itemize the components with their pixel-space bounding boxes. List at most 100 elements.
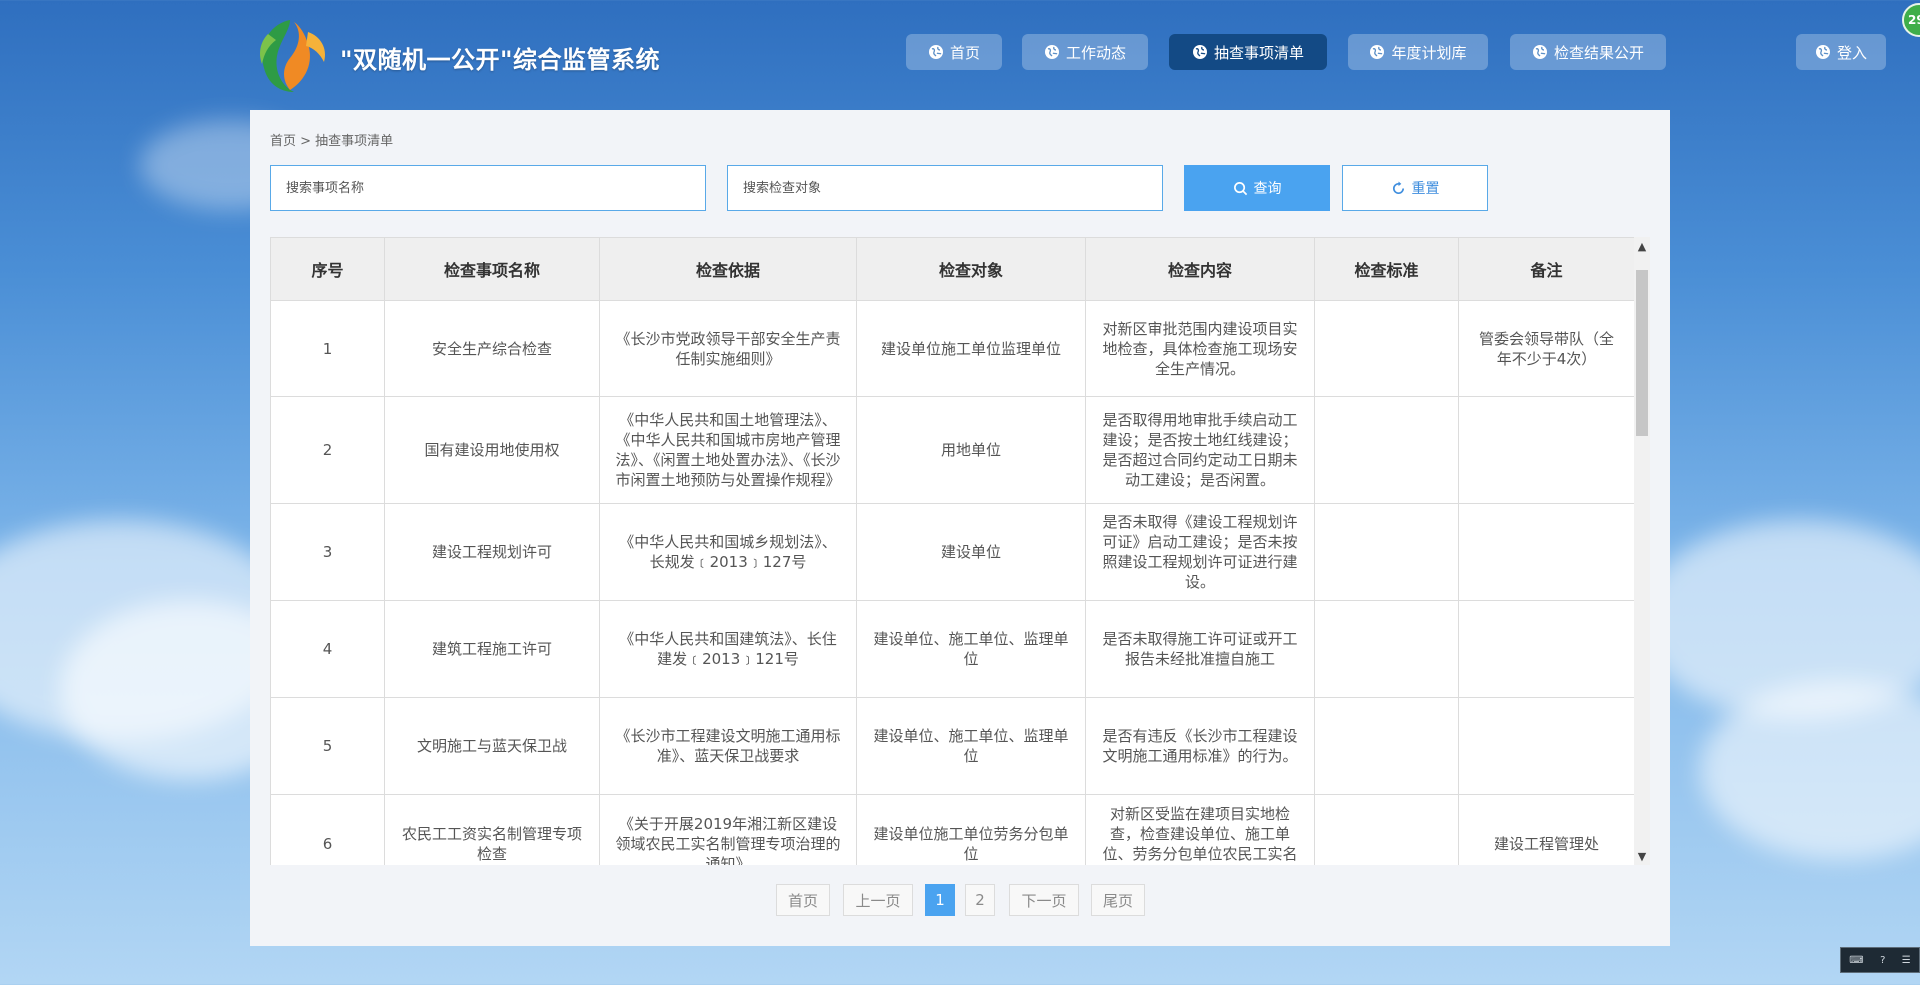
inspection-table: 序号 检查事项名称 检查依据 检查对象 检查内容 检查标准 备注 1 安全生产综… (270, 237, 1634, 865)
table-cell: 《中华人民共和国城乡规划法》、长规发﹝2013﹞127号 (599, 503, 857, 601)
table-cell: 2 (270, 396, 385, 504)
table-cell: 建设单位施工单位监理单位 (856, 300, 1086, 397)
nav-home[interactable]: 首页 (906, 34, 1002, 70)
table-cell: 农民工工资实名制管理专项检查 (384, 794, 600, 865)
table-cell: 是否未取得施工许可证或开工报告未经批准擅自施工 (1085, 600, 1315, 698)
table-row[interactable]: 5 文明施工与蓝天保卫战 《长沙市工程建设文明施工通用标准》、蓝天保卫战要求 建… (270, 697, 1634, 795)
column-header: 检查对象 (856, 237, 1086, 301)
table-header-row: 序号 检查事项名称 检查依据 检查对象 检查内容 检查标准 备注 (270, 237, 1634, 301)
tray-menu-icon[interactable]: ☰ (1902, 955, 1911, 966)
pagination-last[interactable]: 尾页 (1091, 884, 1145, 916)
globe-icon (1532, 45, 1547, 59)
column-header: 检查标准 (1314, 237, 1459, 301)
table-cell: 1 (270, 300, 385, 397)
table-cell (1458, 503, 1634, 601)
search-icon (1233, 181, 1247, 195)
search-object-input[interactable] (727, 165, 1163, 211)
nav-annual-plan[interactable]: 年度计划库 (1348, 34, 1488, 70)
refresh-icon (1392, 180, 1404, 194)
table-cell: 建设单位、施工单位、监理单位 (856, 600, 1086, 698)
nav-work-updates[interactable]: 工作动态 (1022, 34, 1148, 70)
inspection-table-container: 序号 检查事项名称 检查依据 检查对象 检查内容 检查标准 备注 1 安全生产综… (270, 237, 1634, 865)
query-button[interactable]: 查询 (1184, 165, 1330, 211)
pagination-page-2[interactable]: 2 (965, 884, 995, 916)
table-cell: 建设单位施工单位劳务分包单位 (856, 794, 1086, 865)
login-button[interactable]: 登入 (1796, 34, 1886, 70)
table-cell: 建设工程管理处 (1458, 794, 1634, 865)
column-header: 序号 (270, 237, 385, 301)
table-cell: 《关于开展2019年湘江新区建设领域农民工实名制管理专项治理的通知》 (599, 794, 857, 865)
column-header: 备注 (1458, 237, 1634, 301)
nav-inspection-list-label: 抽查事项清单 (1213, 43, 1304, 62)
table-cell: 是否取得用地审批手续启动工建设；是否按土地红线建设；是否超过合同约定动工日期未动… (1085, 396, 1315, 504)
system-tray: ⌨ ? ☰ (1840, 947, 1920, 973)
table-row[interactable]: 2 国有建设用地使用权 《中华人民共和国土地管理法》、《中华人民共和国城市房地产… (270, 396, 1634, 504)
table-cell: 管委会领导带队（全年不少于4次） (1458, 300, 1634, 397)
table-row[interactable]: 6 农民工工资实名制管理专项检查 《关于开展2019年湘江新区建设领域农民工实名… (270, 794, 1634, 865)
table-cell: 对新区受监在建项目实地检查，检查建设单位、施工单位、劳务分包单位农民工实名制管理… (1085, 794, 1315, 865)
pagination-first[interactable]: 首页 (776, 884, 830, 916)
chevron-down-icon[interactable]: ▼ (1634, 847, 1650, 865)
table-cell (1314, 503, 1459, 601)
globe-icon (1815, 45, 1830, 59)
table-cell: 对新区审批范围内建设项目实地检查，具体检查施工现场安全生产情况。 (1085, 300, 1315, 397)
table-cell (1314, 794, 1459, 865)
table-cell: 3 (270, 503, 385, 601)
nav-work-updates-label: 工作动态 (1065, 43, 1126, 62)
globe-icon (1044, 45, 1059, 59)
table-cell: 《中华人民共和国建筑法》、长住建发﹝2013﹞121号 (599, 600, 857, 698)
login-label: 登入 (1836, 43, 1867, 62)
breadcrumb: 首页 > 抽查事项清单 (270, 134, 394, 149)
table-cell: 建筑工程施工许可 (384, 600, 600, 698)
keyboard-icon[interactable]: ⌨ (1849, 955, 1863, 966)
table-cell (1314, 396, 1459, 504)
table-cell: 4 (270, 600, 385, 698)
table-cell: 国有建设用地使用权 (384, 396, 600, 504)
reset-button-label: 重置 (1411, 180, 1440, 196)
table-cell: 文明施工与蓝天保卫战 (384, 697, 600, 795)
table-cell: 建设单位、施工单位、监理单位 (856, 697, 1086, 795)
table-row[interactable]: 3 建设工程规划许可 《中华人民共和国城乡规划法》、长规发﹝2013﹞127号 … (270, 503, 1634, 601)
column-header: 检查事项名称 (384, 237, 600, 301)
table-row[interactable]: 1 安全生产综合检查 《长沙市党政领导干部安全生产责任制实施细则》 建设单位施工… (270, 300, 1634, 397)
table-scrollbar[interactable]: ▲ ▼ (1634, 237, 1650, 865)
nav-inspection-list[interactable]: 抽查事项清单 (1169, 34, 1327, 70)
nav-home-label: 首页 (949, 43, 980, 62)
reset-button[interactable]: 重置 (1342, 165, 1488, 211)
site-logo (260, 20, 326, 92)
pagination-next[interactable]: 下一页 (1009, 884, 1079, 916)
table-cell: 是否有违反《长沙市工程建设文明施工通用标准》的行为。 (1085, 697, 1315, 795)
table-row[interactable]: 4 建筑工程施工许可 《中华人民共和国建筑法》、长住建发﹝2013﹞121号 建… (270, 600, 1634, 698)
chevron-up-icon[interactable]: ▲ (1634, 237, 1650, 255)
table-cell (1314, 300, 1459, 397)
table-cell (1314, 600, 1459, 698)
table-cell: 安全生产综合检查 (384, 300, 600, 397)
column-header: 检查内容 (1085, 237, 1315, 301)
table-cell (1458, 600, 1634, 698)
pagination-prev[interactable]: 上一页 (843, 884, 913, 916)
nav-annual-plan-label: 年度计划库 (1391, 43, 1467, 62)
table-cell (1458, 697, 1634, 795)
table-cell (1314, 697, 1459, 795)
corner-badge[interactable]: 29 (1902, 3, 1920, 37)
search-item-name-input[interactable] (270, 165, 706, 211)
table-cell: 6 (270, 794, 385, 865)
table-cell: 《中华人民共和国土地管理法》、《中华人民共和国城市房地产管理法》、《闲置土地处置… (599, 396, 857, 504)
globe-icon (1192, 45, 1207, 59)
column-header: 检查依据 (599, 237, 857, 301)
help-icon[interactable]: ? (1880, 955, 1885, 966)
table-cell: 是否未取得《建设工程规划许可证》启动工建设；是否未按照建设工程规划许可证进行建设… (1085, 503, 1315, 601)
site-title: "双随机一公开"综合监管系统 (340, 46, 661, 74)
table-cell: 建设单位 (856, 503, 1086, 601)
table-cell: 用地单位 (856, 396, 1086, 504)
table-cell: 《长沙市党政领导干部安全生产责任制实施细则》 (599, 300, 857, 397)
nav-results-public[interactable]: 检查结果公开 (1510, 34, 1666, 70)
table-cell: 建设工程规划许可 (384, 503, 600, 601)
nav-results-public-label: 检查结果公开 (1553, 43, 1644, 62)
globe-icon (928, 45, 943, 59)
table-cell (1458, 396, 1634, 504)
scrollbar-thumb[interactable] (1636, 270, 1648, 436)
globe-icon (1370, 45, 1385, 59)
table-cell: 《长沙市工程建设文明施工通用标准》、蓝天保卫战要求 (599, 697, 857, 795)
pagination-page-1[interactable]: 1 (925, 884, 955, 916)
